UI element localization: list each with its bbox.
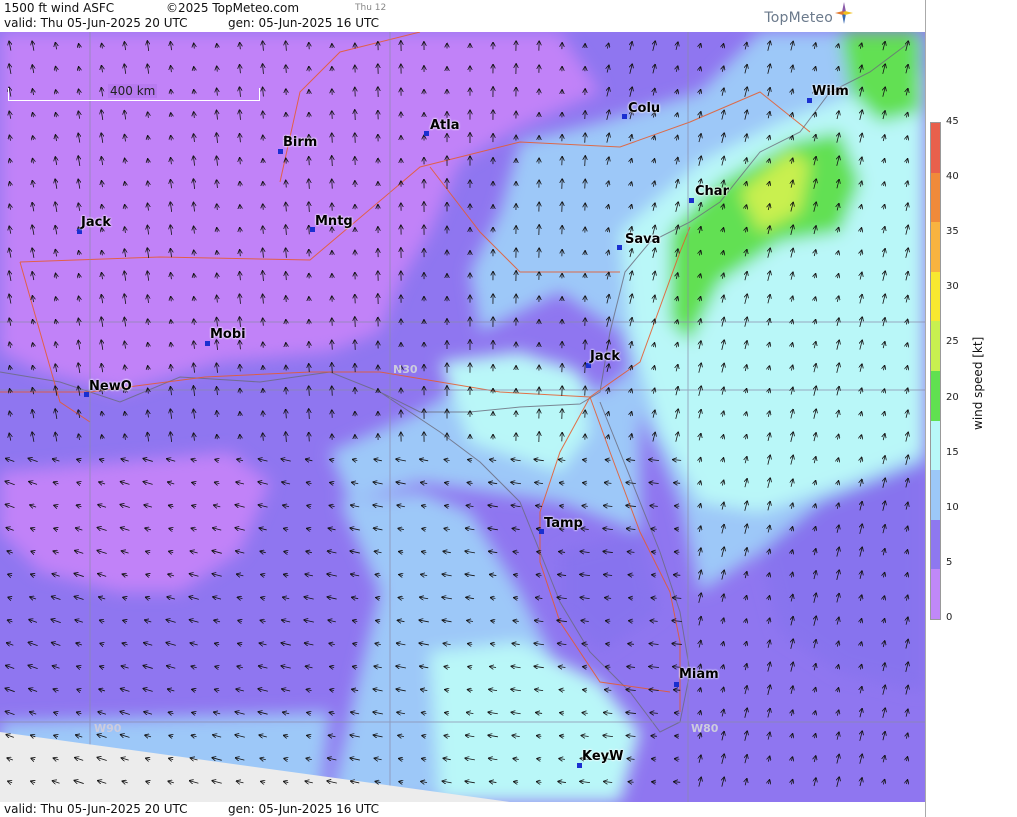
topmeteo-logo: TopMeteo — [764, 2, 853, 26]
city-label[interactable]: Mntg — [315, 214, 353, 229]
city-label[interactable]: Miam — [679, 667, 719, 682]
wind-arrow — [585, 133, 586, 143]
colorbar-segment — [931, 569, 940, 619]
colorbar-tick-label: 0 — [946, 612, 953, 623]
colorbar-segment — [931, 321, 940, 371]
wind-field-svg — [0, 32, 925, 802]
wind-arrow — [217, 273, 218, 279]
colorbar-segment — [931, 519, 940, 570]
generated-time: gen: 05-Jun-2025 16 UTC — [228, 16, 380, 30]
wind-map[interactable]: 400 km N30 W90 W80 Wilm Colu Atla Birm C… — [0, 32, 925, 802]
wind-arrow — [332, 133, 333, 143]
wind-arrow — [332, 340, 333, 350]
wind-arrow — [309, 157, 310, 166]
colorbar-label: wind speed [kt] — [971, 336, 985, 430]
colorbar-tick-label: 30 — [946, 281, 959, 293]
lat-label-n30: N30 — [393, 363, 418, 376]
wind-arrow — [171, 113, 172, 117]
wind-arrow — [171, 320, 172, 324]
wind-arrow — [286, 180, 287, 188]
wind-arrow — [148, 366, 149, 370]
city-label[interactable]: Jack — [81, 215, 111, 230]
copyright: ©2025 TopMeteo.com — [166, 1, 300, 15]
colorbar-segment — [931, 172, 940, 223]
wind-arrow — [309, 364, 310, 373]
wind-arrow — [560, 506, 564, 507]
colorbar-tick-label: 25 — [946, 336, 959, 348]
wind-arrow — [560, 713, 564, 714]
city-label[interactable]: Atla — [430, 118, 460, 133]
wind-arrow — [332, 156, 333, 167]
city-label[interactable]: NewO — [89, 379, 132, 394]
wind-arrow — [148, 159, 149, 163]
city-label[interactable]: Jack — [590, 349, 620, 364]
city-label[interactable]: Tamp — [544, 516, 583, 531]
colorbar-segment — [931, 123, 940, 173]
colorbar-segment — [931, 420, 940, 471]
city-marker — [617, 245, 622, 250]
city-label[interactable]: Birm — [283, 135, 317, 150]
wind-arrow — [651, 529, 657, 530]
colorbar-tick-label: 5 — [946, 556, 953, 568]
city-marker — [622, 114, 627, 119]
city-marker — [689, 198, 694, 203]
city-marker — [424, 131, 429, 136]
city-label[interactable]: Sava — [625, 232, 660, 247]
colorbar-segment — [931, 470, 940, 520]
colorbar-tick-label: 20 — [946, 391, 959, 403]
scale-label: 400 km — [108, 84, 158, 98]
colorbar-legend: 45 40 35 30 25 20 15 10 5 0 wind speed [kt] — [925, 0, 1017, 817]
wind-arrow — [217, 66, 218, 72]
chart-footer: valid: Thu 05-Jun-2025 20 UTC gen: 05-Ju… — [0, 802, 925, 817]
wind-arrow — [583, 667, 587, 668]
city-label[interactable]: Char — [695, 184, 729, 199]
wind-arrow — [583, 690, 587, 691]
city-label[interactable]: Mobi — [210, 327, 246, 342]
run-tag: Thu 12 — [355, 3, 387, 13]
colorbar-tick-label: 45 — [946, 116, 959, 127]
wind-arrow — [651, 598, 657, 599]
valid-time: valid: Thu 05-Jun-2025 20 UTC — [4, 16, 188, 30]
city-marker — [674, 682, 679, 687]
colorbar-segment — [931, 222, 940, 272]
colorbar — [930, 122, 941, 620]
footer-gen: gen: 05-Jun-2025 16 UTC — [228, 802, 380, 816]
wind-arrow — [332, 386, 333, 396]
lon-label-w90: W90 — [94, 722, 122, 735]
colorbar-segment — [931, 370, 940, 421]
colorbar-tick-label: 10 — [946, 501, 959, 513]
compass-icon — [835, 2, 853, 24]
colorbar-segment — [931, 271, 940, 322]
city-label[interactable]: Colu — [628, 101, 660, 116]
colorbar-tick-label: 40 — [946, 171, 959, 183]
colorbar-tick-label: 35 — [946, 226, 959, 238]
wind-arrow — [583, 483, 587, 484]
footer-valid: valid: Thu 05-Jun-2025 20 UTC — [4, 802, 188, 816]
product-title: 1500 ft wind ASFC — [4, 1, 115, 15]
city-label[interactable]: Wilm — [812, 84, 849, 99]
chart-header: 1500 ft wind ASFC ©2025 TopMeteo.com Thu… — [0, 0, 925, 32]
wind-arrow — [585, 156, 586, 167]
wind-arrow — [583, 460, 587, 461]
wind-arrow — [629, 575, 634, 576]
wind-arrow — [332, 179, 333, 189]
wind-arrow — [606, 621, 611, 622]
lon-label-w80: W80 — [691, 722, 719, 735]
wind-arrow — [286, 388, 287, 395]
wind-arrow — [332, 363, 333, 374]
colorbar-tick-label: 15 — [946, 446, 959, 458]
city-label[interactable]: KeyW — [582, 749, 623, 764]
